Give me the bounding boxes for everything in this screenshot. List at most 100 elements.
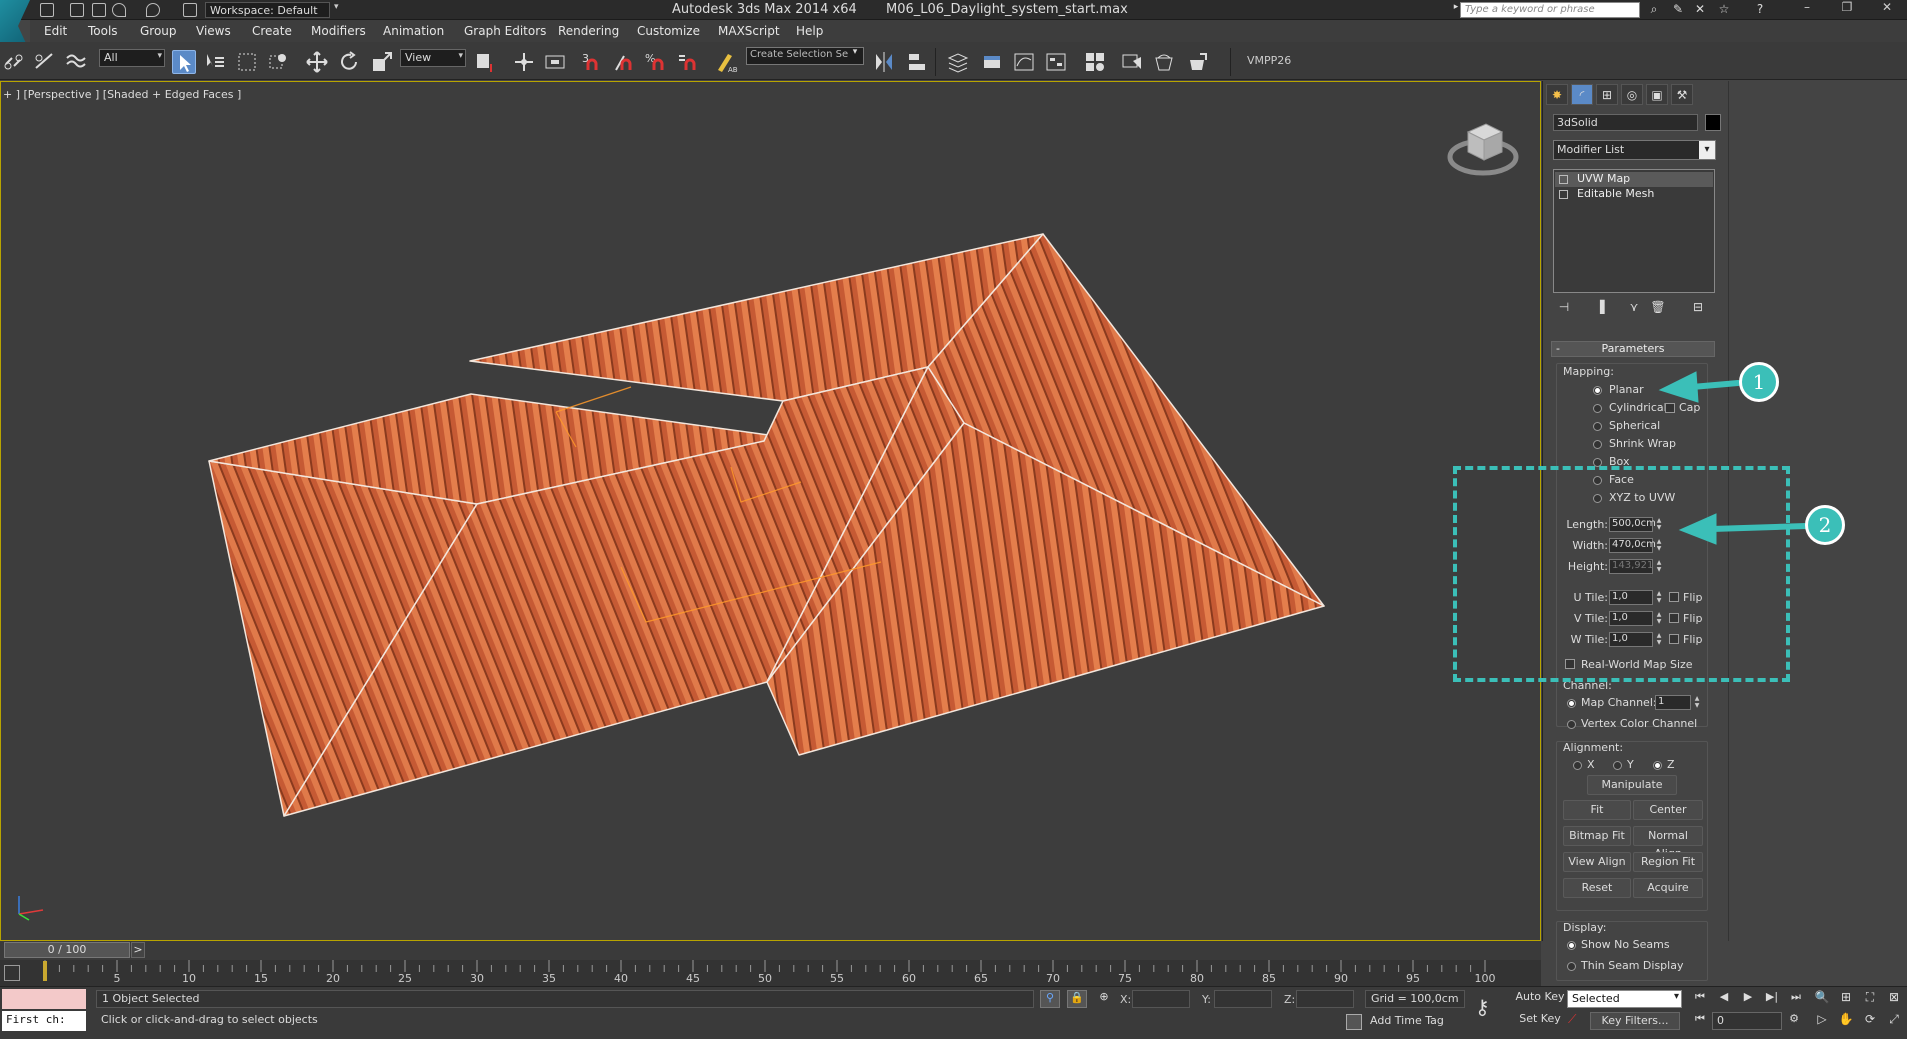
modifier-stack[interactable]: UVW Map Editable Mesh	[1553, 169, 1715, 293]
named-selection-sets-dropdown[interactable]: Create Selection Se	[746, 47, 864, 65]
snaps-toggle-icon[interactable]: 3	[580, 50, 604, 74]
cylindrical-radio[interactable]	[1593, 404, 1602, 413]
zoom-all-icon[interactable]: ⊞	[1836, 990, 1856, 1008]
go-to-end-icon[interactable]: ⏭	[1786, 990, 1806, 1008]
create-tab-icon[interactable]: ✸	[1546, 84, 1568, 105]
track-bar[interactable]: 5 10 15 20 25 30 35 40 45 50 55 60 65 70 75 80 85 90 95 100	[0, 960, 1541, 986]
y-coord-field[interactable]	[1214, 990, 1272, 1008]
graphite-modeling-toggle-icon[interactable]	[980, 50, 1004, 74]
save-file-icon[interactable]	[92, 3, 106, 17]
select-and-scale-icon[interactable]	[370, 50, 394, 74]
percent-snap-toggle-icon[interactable]: %	[644, 50, 668, 74]
named-sel-arrow-icon[interactable]: ▾	[848, 47, 862, 65]
z-coord-field[interactable]	[1296, 990, 1354, 1008]
menu-create[interactable]: Create	[252, 24, 292, 38]
close-window-icon[interactable]: ✕	[1872, 0, 1902, 18]
planar-radio[interactable]	[1593, 386, 1602, 395]
favorites-star-icon[interactable]: ☆	[1716, 2, 1732, 18]
expand-plus-icon[interactable]	[1559, 190, 1568, 199]
project-folder-icon[interactable]	[183, 3, 197, 17]
menu-animation[interactable]: Animation	[383, 24, 444, 38]
render-production-icon[interactable]	[1186, 50, 1210, 74]
shrink-wrap-label[interactable]: Shrink Wrap	[1609, 437, 1676, 450]
angle-snap-toggle-icon[interactable]	[612, 50, 636, 74]
acquire-button[interactable]: Acquire	[1633, 878, 1703, 898]
select-object-icon[interactable]	[172, 50, 196, 74]
bind-space-warp-icon[interactable]	[64, 50, 88, 74]
show-end-result-icon[interactable]: ▐	[1591, 300, 1609, 318]
show-no-seams-radio[interactable]	[1567, 941, 1576, 950]
layer-manager-icon[interactable]	[946, 50, 970, 74]
pin-stack-icon[interactable]: ⊣	[1555, 300, 1573, 318]
selection-filter-dropdown[interactable]: All ▾	[99, 49, 165, 67]
stack-item-uvw-map[interactable]: UVW Map	[1555, 172, 1713, 187]
select-and-move-icon[interactable]	[305, 50, 329, 74]
menu-customize[interactable]: Customize	[637, 24, 700, 38]
viewport-label[interactable]: + ] [Perspective ] [Shaded + Edged Faces…	[3, 88, 241, 101]
minimize-icon[interactable]: –	[1792, 0, 1822, 18]
vertex-color-label[interactable]: Vertex Color Channel	[1581, 717, 1697, 730]
redo-icon[interactable]	[146, 3, 160, 17]
select-and-link-icon[interactable]	[2, 50, 26, 74]
keyboard-shortcut-override-icon[interactable]	[543, 50, 567, 74]
maximize-viewport-icon[interactable]: ⤢	[1884, 1012, 1904, 1030]
next-frame-button[interactable]: >	[131, 942, 145, 958]
play-icon[interactable]: ▶	[1738, 990, 1758, 1008]
rendered-frame-window-icon[interactable]	[1152, 50, 1176, 74]
thin-seam-radio[interactable]	[1567, 962, 1576, 971]
selection-lock-icon[interactable]: 🔒	[1067, 990, 1087, 1008]
menu-rendering[interactable]: Rendering	[558, 24, 619, 38]
pivot-center-icon[interactable]	[473, 50, 497, 74]
key-set-dropdown[interactable]: Selected ▾	[1567, 990, 1682, 1008]
menu-maxscript[interactable]: MAXScript	[718, 24, 780, 38]
undo-icon[interactable]	[112, 3, 126, 17]
subscription-center-icon[interactable]: ✎	[1670, 2, 1686, 18]
auto-key-button[interactable]: Auto Key	[1515, 990, 1565, 1008]
time-slider[interactable]: 0 / 100 >	[0, 941, 1541, 960]
menu-views[interactable]: Views	[196, 24, 231, 38]
menu-edit[interactable]: Edit	[44, 24, 67, 38]
modify-tab-icon[interactable]: ◜	[1571, 84, 1593, 105]
new-file-icon[interactable]	[40, 3, 54, 17]
make-unique-icon[interactable]: ⋎	[1625, 300, 1643, 318]
map-channel-label[interactable]: Map Channel:	[1581, 696, 1657, 709]
menu-graph-editors[interactable]: Graph Editors	[464, 24, 546, 38]
align-z-label[interactable]: Z	[1667, 758, 1675, 771]
isolate-selection-icon[interactable]: ⚲	[1040, 990, 1060, 1008]
align-x-radio[interactable]	[1573, 761, 1582, 770]
motion-tab-icon[interactable]: ◎	[1621, 84, 1643, 105]
region-fit-button[interactable]: Region Fit	[1633, 852, 1703, 872]
help-search-input[interactable]: Type a keyword or phrase	[1460, 2, 1640, 18]
view-align-button[interactable]: View Align	[1563, 852, 1631, 872]
align-y-label[interactable]: Y	[1627, 758, 1634, 771]
absolute-mode-icon[interactable]: ⊕	[1094, 990, 1114, 1008]
menu-tools[interactable]: Tools	[88, 24, 118, 38]
spherical-radio[interactable]	[1593, 422, 1602, 431]
map-channel-radio[interactable]	[1567, 699, 1576, 708]
time-configuration-icon[interactable]: ⚙	[1784, 1012, 1804, 1030]
edit-named-selection-icon[interactable]: ABC	[714, 50, 742, 74]
menu-group[interactable]: Group	[140, 24, 177, 38]
workspace-dropdown-arrow-icon[interactable]: ▾	[334, 2, 346, 18]
remove-modifier-icon[interactable]: 🗑	[1649, 300, 1667, 318]
configure-modifier-sets-icon[interactable]: ⊟	[1689, 300, 1707, 318]
reset-button[interactable]: Reset	[1563, 878, 1631, 898]
align-icon[interactable]	[905, 50, 929, 74]
hierarchy-tab-icon[interactable]: ⊞	[1596, 84, 1618, 105]
select-and-manipulate-icon[interactable]	[512, 50, 536, 74]
cylindrical-label[interactable]: Cylindrical	[1609, 401, 1667, 414]
window-crossing-icon[interactable]	[266, 50, 290, 74]
menu-modifiers[interactable]: Modifiers	[311, 24, 366, 38]
binoculars-icon[interactable]: ⌕	[1646, 2, 1662, 18]
select-and-rotate-icon[interactable]	[337, 50, 361, 74]
key-mode-toggle-icon[interactable]: ⏮	[1690, 1012, 1710, 1030]
track-view-toggle-icon[interactable]	[4, 965, 20, 981]
restore-icon[interactable]: ❐	[1832, 0, 1862, 18]
chevron-down-icon[interactable]: ▾	[1699, 141, 1715, 159]
current-frame-field[interactable]: 0	[1712, 1012, 1782, 1030]
map-channel-spinner-icon[interactable]: ▲ ▼	[1693, 695, 1701, 710]
utilities-tab-icon[interactable]: ⚒	[1671, 84, 1693, 105]
time-slider-handle[interactable]: 0 / 100	[4, 942, 130, 958]
show-no-seams-label[interactable]: Show No Seams	[1581, 938, 1670, 951]
set-key-button[interactable]: Set Key	[1515, 1012, 1565, 1030]
